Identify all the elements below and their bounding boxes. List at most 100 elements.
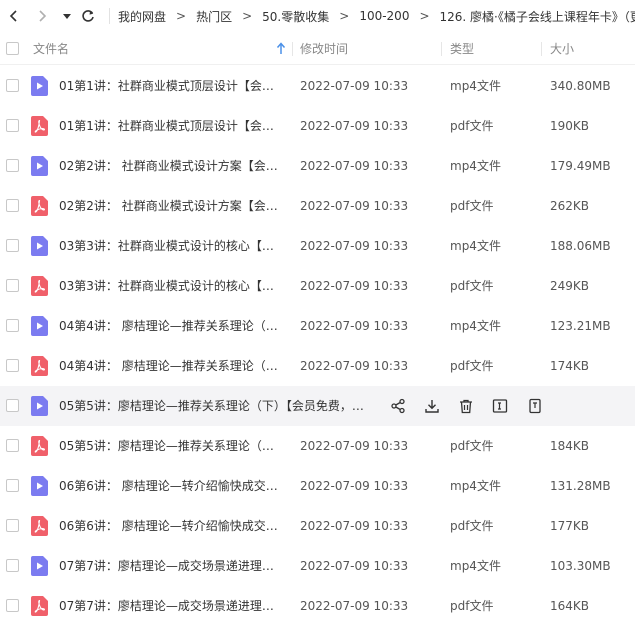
row-checkbox[interactable] [6,519,19,532]
file-row[interactable]: 02第2讲： 社群商业模式设计方案【会员免费，找微信：qiziuc】.mp4 20… [0,146,635,186]
rename-icon [492,399,508,417]
more-button[interactable] [527,398,543,414]
share-button[interactable] [390,398,406,414]
file-modified-time: 2022-07-09 10:33 [300,319,409,333]
file-row[interactable]: 04第4讲： 廖桔理论—推荐关系理论（上）【会员免费，找微信：qiziuc】.m… [0,306,635,346]
column-divider [441,42,442,56]
file-modified-time: 2022-07-09 10:33 [300,359,409,373]
file-name[interactable]: 01第1讲：社群商业模式顶层设计【会员免费，找微信：qiziuc】.pdf [59,106,285,146]
file-name[interactable]: 05第5讲：廖桔理论—推荐关系理论（下）【会员免费，找微信：qiziuc】.pd… [59,426,285,466]
file-modified-time: 2022-07-09 10:33 [300,439,409,453]
breadcrumb-item[interactable]: 热门区 [196,8,232,25]
file-row[interactable]: 02第2讲： 社群商业模式设计方案【会员免费，找微信：qiziuc】.pdf 20… [0,186,635,226]
file-type: mp4文件 [450,79,501,93]
row-checkbox[interactable] [6,359,19,372]
pdf-file-icon [31,516,48,536]
file-name[interactable]: 07第7讲：廖桔理论—成交场景递进理论【会员免费，找微信：qiziuc】.pdf [59,586,285,626]
sort-ascending-icon[interactable] [276,42,286,56]
breadcrumb-item[interactable]: 我的网盘 [118,8,166,25]
file-name[interactable]: 06第6讲： 廖桔理论—转介绍愉快成交理论【会员免费，找微信：qiziuc】.p… [59,506,285,546]
breadcrumb-separator: > [339,9,350,23]
file-name[interactable]: 02第2讲： 社群商业模式设计方案【会员免费，找微信：qiziuc】.pdf [59,186,285,226]
file-name[interactable]: 01第1讲：社群商业模式顶层设计【会员免费，找微信：qiziuc】.mp4 [59,66,285,106]
file-name[interactable]: 05第5讲：廖桔理论—推荐关系理论（下）【会员免费，找微信：qiziuc】.mp… [59,386,369,426]
video-file-icon [31,316,48,336]
breadcrumb-separator: > [419,9,430,23]
row-checkbox[interactable] [6,399,19,412]
file-name[interactable]: 06第6讲： 廖桔理论—转介绍愉快成交理论【会员免费，找微信：qiziuc】.m… [59,466,285,506]
select-all-checkbox[interactable] [6,42,19,55]
file-row[interactable]: 07第7讲：廖桔理论—成交场景递进理论【会员免费，找微信：qiziuc】.mp4… [0,546,635,586]
file-row[interactable]: 03第3讲：社群商业模式设计的核心【会员免费，找微信：qiziuc】.pdf 20… [0,266,635,306]
file-name[interactable]: 02第2讲： 社群商业模式设计方案【会员免费，找微信：qiziuc】.mp4 [59,146,285,186]
file-type: pdf文件 [450,439,494,453]
video-file-icon [31,476,48,496]
file-modified-time: 2022-07-09 10:33 [300,119,409,133]
file-name[interactable]: 03第3讲：社群商业模式设计的核心【会员免费，找微信：qiziuc】.mp4 [59,226,285,266]
file-name[interactable]: 04第4讲： 廖桔理论—推荐关系理论（上）【会员免费，找微信：qiziuc】.m… [59,306,285,346]
file-size: 249KB [550,279,590,293]
file-modified-time: 2022-07-09 10:33 [300,599,409,613]
column-header-size[interactable]: 大小 [550,33,574,65]
back-button[interactable] [4,6,24,26]
column-divider [292,42,293,56]
row-checkbox[interactable] [6,159,19,172]
video-file-icon [31,76,48,96]
file-row[interactable]: 01第1讲：社群商业模式顶层设计【会员免费，找微信：qiziuc】.mp4 202… [0,66,635,106]
refresh-button[interactable] [78,6,98,26]
file-name[interactable]: 07第7讲：廖桔理论—成交场景递进理论【会员免费，找微信：qiziuc】.mp4 [59,546,285,586]
file-row[interactable]: 01第1讲：社群商业模式顶层设计【会员免费，找微信：qiziuc】.pdf 202… [0,106,635,146]
delete-button[interactable] [458,398,474,414]
file-modified-time: 2022-07-09 10:33 [300,279,409,293]
row-checkbox[interactable] [6,559,19,572]
file-row[interactable]: 06第6讲： 廖桔理论—转介绍愉快成交理论【会员免费，找微信：qiziuc】.m… [0,466,635,506]
file-modified-time: 2022-07-09 10:33 [300,479,409,493]
file-row[interactable]: 07第7讲：廖桔理论—成交场景递进理论【会员免费，找微信：qiziuc】.pdf… [0,586,635,626]
file-size: 190KB [550,119,590,133]
history-dropdown-button[interactable] [57,6,77,26]
row-checkbox[interactable] [6,319,19,332]
file-type: pdf文件 [450,599,494,613]
file-row[interactable]: 05第5讲：廖桔理论—推荐关系理论（下）【会员免费，找微信：qiziuc】.pd… [0,426,635,466]
row-checkbox[interactable] [6,439,19,452]
forward-button[interactable] [32,6,52,26]
file-modified-time: 2022-07-09 10:33 [300,79,409,93]
file-modified-time: 2022-07-09 10:33 [300,199,409,213]
file-list-header: 文件名 修改时间 类型 大小 [0,33,635,65]
file-row[interactable]: 04第4讲： 廖桔理论—推荐关系理论（上）【会员免费，找微信：qiziuc】.p… [0,346,635,386]
file-type: pdf文件 [450,119,494,133]
breadcrumb-current: 126. 廖橘·《橘子会线上课程年卡》（更新 [439,9,635,24]
file-row[interactable]: 06第6讲： 廖桔理论—转介绍愉快成交理论【会员免费，找微信：qiziuc】.p… [0,506,635,546]
file-type: pdf文件 [450,279,494,293]
chevron-right-icon [39,10,47,22]
row-checkbox[interactable] [6,79,19,92]
breadcrumb-item[interactable]: 50.零散收集 [262,8,329,25]
row-checkbox[interactable] [6,199,19,212]
file-name[interactable]: 03第3讲：社群商业模式设计的核心【会员免费，找微信：qiziuc】.pdf [59,266,285,306]
rename-button[interactable] [492,398,508,414]
more-icon [527,398,543,417]
file-row[interactable]: 05第5讲：廖桔理论—推荐关系理论（下）【会员免费，找微信：qiziuc】.mp… [0,386,635,426]
file-row[interactable]: 03第3讲：社群商业模式设计的核心【会员免费，找微信：qiziuc】.mp4 20… [0,226,635,266]
column-header-type[interactable]: 类型 [450,33,474,65]
row-checkbox[interactable] [6,599,19,612]
refresh-icon [82,10,94,22]
file-size: 262KB [550,199,590,213]
column-header-modified[interactable]: 修改时间 [300,33,348,65]
delete-icon [458,399,474,417]
row-checkbox[interactable] [6,119,19,132]
chevron-left-icon [9,10,17,22]
row-checkbox[interactable] [6,479,19,492]
row-checkbox[interactable] [6,239,19,252]
column-header-name[interactable]: 文件名 [33,33,69,65]
file-modified-time: 2022-07-09 10:33 [300,159,409,173]
download-button[interactable] [424,398,440,414]
pdf-file-icon [31,356,48,376]
toolbar-divider [109,8,110,24]
file-modified-time: 2022-07-09 10:33 [300,519,409,533]
row-checkbox[interactable] [6,279,19,292]
pdf-file-icon [31,436,48,456]
share-icon [390,398,406,417]
breadcrumb-item[interactable]: 100-200 [359,9,409,23]
file-name[interactable]: 04第4讲： 廖桔理论—推荐关系理论（上）【会员免费，找微信：qiziuc】.p… [59,346,285,386]
